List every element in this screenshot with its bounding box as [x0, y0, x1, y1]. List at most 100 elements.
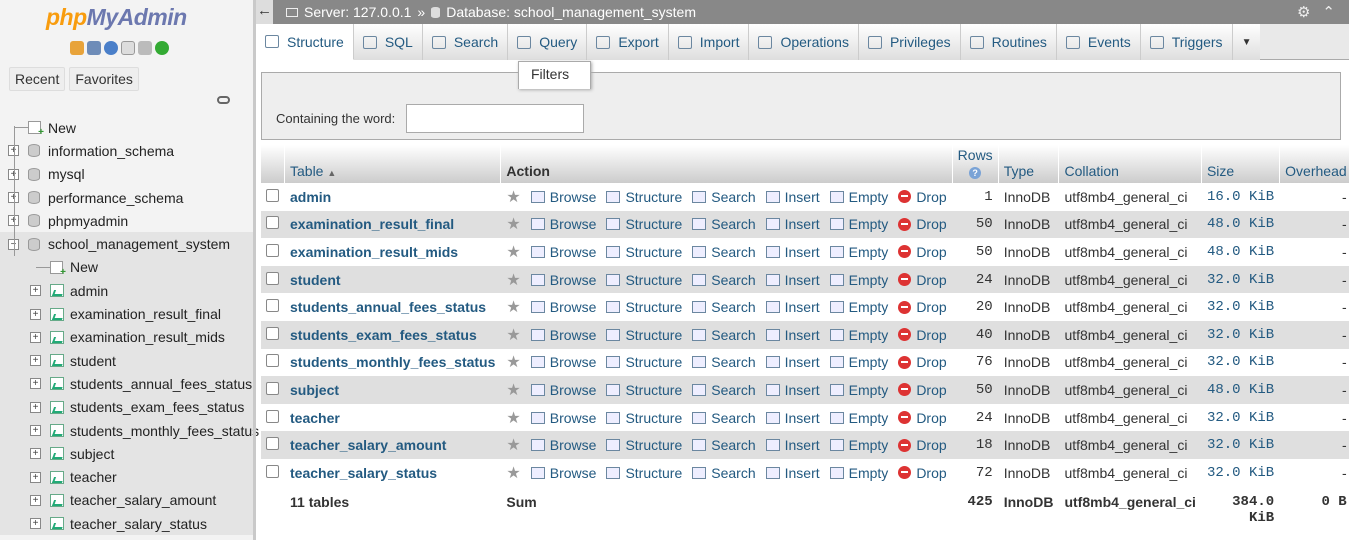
search-link[interactable]: Search — [692, 382, 756, 398]
row-checkbox[interactable] — [266, 243, 279, 257]
favorite-star-icon[interactable]: ★ — [506, 380, 520, 400]
favorite-star-icon[interactable]: ★ — [506, 325, 520, 345]
insert-link[interactable]: Insert — [765, 216, 820, 232]
empty-link[interactable]: Empty — [829, 410, 888, 426]
tree-node[interactable]: + teacher_salary_status — [0, 512, 253, 536]
table-name-link[interactable]: teacher — [290, 410, 340, 426]
expand-icon[interactable]: + — [30, 518, 41, 530]
row-size[interactable]: 32.0 KiB — [1201, 293, 1280, 321]
table-name-link[interactable]: examination_result_final — [290, 216, 454, 232]
tree-node-label[interactable]: performance_schema — [48, 190, 183, 206]
drop-link[interactable]: Drop — [898, 437, 947, 453]
browse-link[interactable]: Browse — [530, 437, 596, 453]
tree-node[interactable]: + students_annual_fees_status — [0, 372, 253, 396]
structure-link[interactable]: Structure — [606, 216, 682, 232]
expand-icon[interactable]: + — [30, 355, 41, 367]
row-size[interactable]: 32.0 KiB — [1201, 320, 1280, 349]
link-icon[interactable] — [217, 96, 230, 104]
tree-node[interactable]: + mysql — [0, 163, 253, 186]
browse-link[interactable]: Browse — [530, 216, 596, 232]
tree-node[interactable]: + teacher_salary_amount — [0, 488, 253, 513]
tree-node-label[interactable]: examination_result_final — [70, 306, 221, 322]
overhead-column-header[interactable]: Overhead — [1279, 145, 1349, 183]
tree-node[interactable]: + examination_result_final — [0, 302, 253, 326]
row-checkbox[interactable] — [266, 437, 279, 451]
tree-node-label[interactable]: teacher_salary_amount — [70, 492, 216, 508]
search-link[interactable]: Search — [692, 465, 756, 481]
empty-link[interactable]: Empty — [829, 272, 888, 288]
breadcrumb-database[interactable]: Database: school_management_system — [446, 4, 696, 20]
expand-icon[interactable]: + — [30, 331, 41, 343]
insert-link[interactable]: Insert — [765, 327, 820, 343]
tree-node-label[interactable]: subject — [70, 446, 114, 462]
collapse-arrow-icon[interactable]: ← — [256, 0, 273, 24]
search-link[interactable]: Search — [692, 327, 756, 343]
tree-node-label[interactable]: student — [70, 353, 116, 369]
empty-link[interactable]: Empty — [829, 382, 888, 398]
row-checkbox[interactable] — [266, 326, 279, 340]
insert-link[interactable]: Insert — [765, 299, 820, 315]
structure-link[interactable]: Structure — [606, 299, 682, 315]
tree-node[interactable]: + teacher — [0, 465, 253, 489]
tree-node-label[interactable]: students_monthly_fees_status — [70, 423, 259, 439]
tree-node-label[interactable]: mysql — [48, 166, 85, 182]
tree-node[interactable]: + student — [0, 348, 253, 373]
row-size[interactable]: 16.0 KiB — [1201, 183, 1280, 211]
search-link[interactable]: Search — [692, 244, 756, 260]
tab-structure[interactable]: Structure — [256, 24, 354, 60]
favorite-star-icon[interactable]: ★ — [506, 214, 520, 234]
table-name-link[interactable]: students_exam_fees_status — [290, 327, 477, 343]
structure-link[interactable]: Structure — [606, 244, 682, 260]
drop-link[interactable]: Drop — [898, 327, 947, 343]
settings-icon[interactable] — [138, 41, 152, 55]
gear-icon[interactable]: ⚙ — [1297, 3, 1310, 21]
tree-node-label[interactable]: phpmyadmin — [48, 213, 128, 229]
empty-link[interactable]: Empty — [829, 354, 888, 370]
tab-privileges[interactable]: Privileges — [858, 24, 961, 60]
empty-link[interactable]: Empty — [829, 189, 888, 205]
insert-link[interactable]: Insert — [765, 410, 820, 426]
tree-node-label[interactable]: examination_result_mids — [70, 329, 225, 345]
browse-link[interactable]: Browse — [530, 327, 596, 343]
tab-routines[interactable]: Routines — [960, 24, 1057, 60]
row-checkbox[interactable] — [266, 409, 279, 423]
browse-link[interactable]: Browse — [530, 465, 596, 481]
structure-link[interactable]: Structure — [606, 354, 682, 370]
row-size[interactable]: 48.0 KiB — [1201, 238, 1280, 266]
expand-icon[interactable]: + — [30, 378, 41, 390]
table-column-header[interactable]: Table ▲ — [284, 145, 502, 183]
filters-tab[interactable]: Filters — [518, 61, 591, 89]
table-name-link[interactable]: examination_result_mids — [290, 244, 458, 260]
tree-node[interactable]: − school_management_system — [0, 232, 253, 256]
help-icon[interactable]: ? — [969, 167, 982, 179]
drop-link[interactable]: Drop — [898, 272, 947, 288]
drop-link[interactable]: Drop — [898, 465, 947, 481]
insert-link[interactable]: Insert — [765, 382, 820, 398]
browse-link[interactable]: Browse — [530, 272, 596, 288]
table-name-link[interactable]: student — [290, 272, 341, 288]
structure-link[interactable]: Structure — [606, 437, 682, 453]
tree-node[interactable]: New — [0, 116, 253, 139]
tree-node[interactable]: + phpmyadmin — [0, 209, 253, 232]
empty-link[interactable]: Empty — [829, 244, 888, 260]
row-size[interactable]: 32.0 KiB — [1201, 348, 1280, 377]
empty-link[interactable]: Empty — [829, 437, 888, 453]
tree-node[interactable]: + information_schema — [0, 139, 253, 162]
insert-link[interactable]: Insert — [765, 437, 820, 453]
logout-icon[interactable] — [87, 41, 101, 55]
row-checkbox[interactable] — [266, 381, 279, 395]
tree-node[interactable]: + students_monthly_fees_status — [0, 418, 259, 443]
tree-node[interactable]: + admin — [0, 279, 253, 303]
row-size[interactable]: 32.0 KiB — [1201, 403, 1280, 432]
browse-link[interactable]: Browse — [530, 244, 596, 260]
favorite-star-icon[interactable]: ★ — [506, 187, 520, 207]
more-tabs-button[interactable]: ▼ — [1232, 24, 1261, 60]
expand-icon[interactable]: + — [30, 448, 41, 460]
empty-link[interactable]: Empty — [829, 327, 888, 343]
search-link[interactable]: Search — [692, 354, 756, 370]
search-link[interactable]: Search — [692, 437, 756, 453]
tab-events[interactable]: Events — [1056, 24, 1141, 60]
empty-link[interactable]: Empty — [829, 299, 888, 315]
insert-link[interactable]: Insert — [765, 465, 820, 481]
insert-link[interactable]: Insert — [765, 354, 820, 370]
